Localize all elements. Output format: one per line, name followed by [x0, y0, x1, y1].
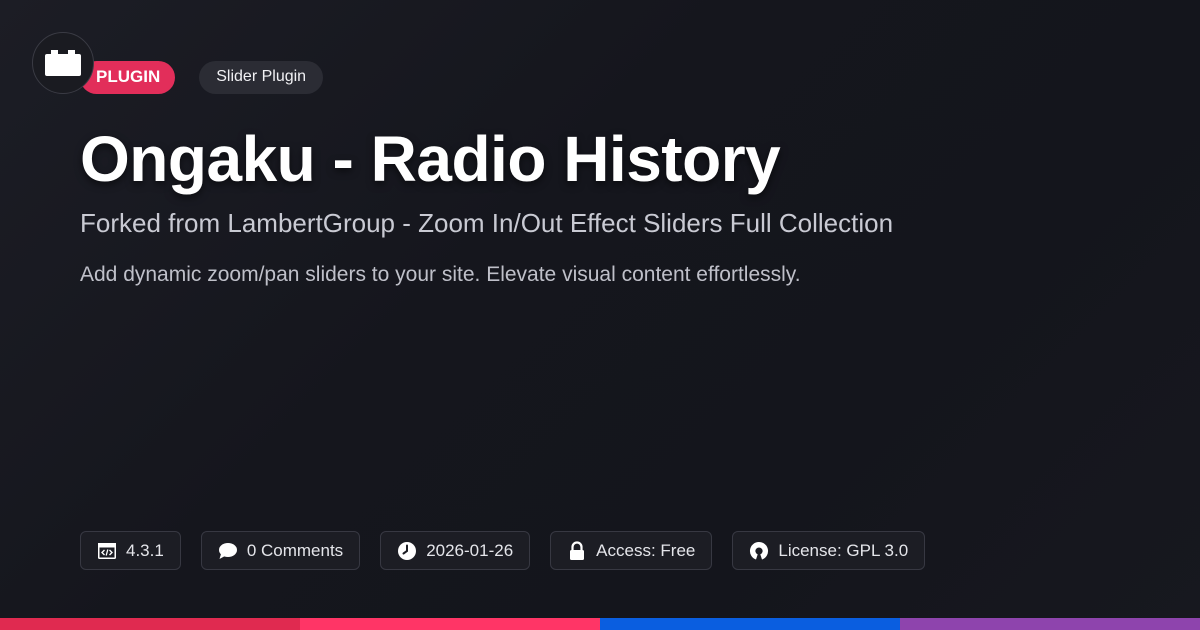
open-source-icon [749, 541, 769, 561]
type-badge: PLUGIN [80, 60, 176, 94]
category-badge[interactable]: Slider Plugin [199, 60, 324, 94]
clock-icon [397, 541, 417, 561]
page-description: Add dynamic zoom/pan sliders to your sit… [80, 263, 801, 286]
site-logo[interactable] [32, 32, 94, 94]
page-title: Ongaku - Radio History [80, 123, 781, 195]
meta-date-text: 2026-01-26 [426, 540, 514, 560]
lock-icon [567, 540, 587, 561]
page-subtitle: Forked from LambertGroup - Zoom In/Out E… [80, 208, 894, 238]
plugin-block-icon [45, 50, 81, 76]
meta-license[interactable]: License: GPL 3.0 [732, 531, 926, 570]
color-bar-segment [300, 618, 600, 630]
bottom-color-bar [0, 618, 1200, 630]
color-bar-segment [0, 618, 300, 630]
meta-date: 2026-01-26 [380, 531, 531, 570]
meta-comments-text: 0 Comments [246, 540, 344, 560]
color-bar-segment [600, 618, 900, 630]
meta-version: 4.3.1 [80, 531, 181, 570]
code-window-icon [97, 541, 117, 561]
meta-comments[interactable]: 0 Comments [200, 531, 361, 570]
meta-license-text: License: GPL 3.0 [778, 540, 909, 560]
color-bar-segment [900, 618, 1200, 630]
badge-row: PLUGIN Slider Plugin [80, 60, 324, 94]
meta-access-text: Access: Free [596, 540, 696, 560]
comment-bubble-icon [218, 541, 238, 561]
meta-access: Access: Free [550, 531, 713, 570]
meta-row: 4.3.1 0 Comments 2026-01-26 Access: Free [80, 531, 926, 570]
meta-version-text: 4.3.1 [126, 540, 164, 560]
